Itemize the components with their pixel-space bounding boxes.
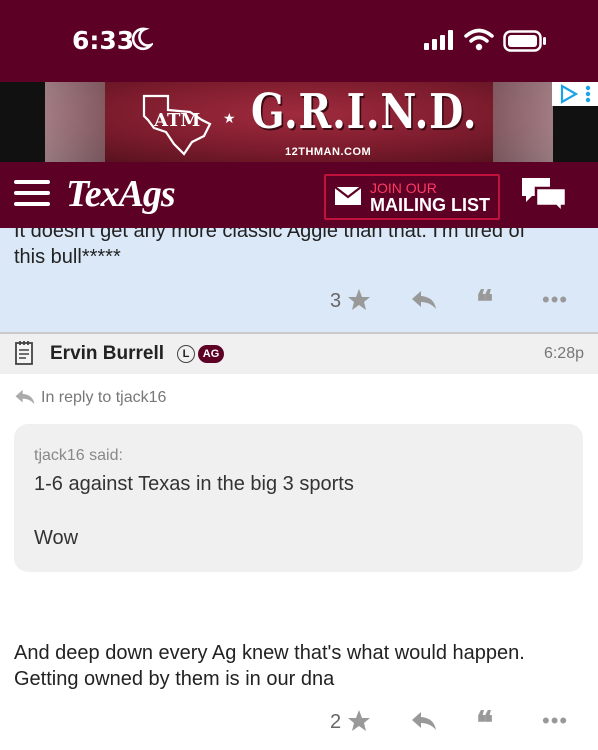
reply-arrow-icon	[15, 389, 35, 405]
quote-icon[interactable]: ❝	[476, 286, 493, 318]
more-icon[interactable]: •••	[542, 287, 568, 313]
quote-author: tjack16 said:	[34, 447, 123, 464]
ag-badge: AG	[198, 345, 224, 363]
texas-atm-logo-icon: ATM	[142, 94, 212, 156]
ad-logo-text: ATM	[153, 110, 200, 131]
post-header: Ervin Burrell L AG 6:28p	[0, 334, 598, 374]
post-actions: 3 ❝ •••	[0, 284, 598, 320]
battery-icon	[503, 30, 546, 52]
moon-icon	[131, 27, 153, 51]
top-nav: TexAgs JOIN OUR MAILING LIST	[0, 162, 598, 228]
quote-text: Wow	[34, 527, 79, 549]
ad-choices-icon	[560, 84, 591, 104]
quote-text: 1-6 against Texas in the big 3 sports	[34, 473, 354, 495]
reply-icon[interactable]	[410, 289, 438, 311]
more-icon[interactable]: •••	[542, 708, 568, 734]
author-name[interactable]: Ervin Burrell	[50, 343, 164, 365]
previous-post: It doesn't get any more classic Aggie th…	[0, 228, 598, 334]
star-count: 2	[330, 711, 342, 733]
in-reply-text: In reply to tjack16	[41, 389, 167, 406]
ad-bg-right	[493, 82, 553, 162]
site-logo[interactable]: TexAgs	[66, 172, 176, 216]
signal-icon	[424, 30, 453, 50]
ad-bg-left	[45, 82, 105, 162]
ad-banner[interactable]: ATM ★ G.R.I.N.D. 12THMAN.COM	[0, 82, 598, 162]
star-icon[interactable]	[346, 287, 372, 313]
quote-block: tjack16 said: 1-6 against Texas in the b…	[14, 424, 583, 572]
mailing-list-line1: JOIN OUR	[370, 180, 437, 196]
ad-headline: G.R.I.N.D.	[251, 84, 478, 140]
star-count: 3	[330, 290, 342, 312]
mailing-list-button[interactable]: JOIN OUR MAILING LIST	[324, 174, 500, 220]
menu-icon[interactable]	[14, 180, 50, 208]
post-text-line: And deep down every Ag knew that's what …	[14, 642, 525, 664]
post-text-line: It doesn't get any more classic Aggie th…	[14, 228, 526, 242]
ad-url: 12THMAN.COM	[285, 146, 372, 158]
reply-icon[interactable]	[410, 710, 438, 732]
post-time: 6:28p	[543, 345, 584, 362]
ad-choices-button[interactable]	[552, 82, 598, 106]
status-time: 6:33	[72, 26, 135, 55]
mailing-list-line2: MAILING LIST	[370, 195, 490, 215]
notepad-icon	[15, 341, 33, 365]
status-bar: 6:33	[0, 0, 598, 82]
envelope-icon	[335, 187, 361, 205]
ad-creative[interactable]: ATM ★ G.R.I.N.D. 12THMAN.COM	[45, 82, 553, 162]
star-icon[interactable]	[346, 708, 372, 734]
ad-star-icon: ★	[223, 110, 236, 126]
post-text-line: this bull*****	[14, 246, 121, 268]
post-body: And deep down every Ag knew that's what …	[14, 640, 525, 692]
legacy-badge: L	[177, 345, 195, 363]
quote-icon[interactable]: ❝	[476, 707, 493, 739]
wifi-icon	[464, 28, 494, 51]
post-text-line: Getting owned by them is in our dna	[14, 668, 335, 690]
post-actions: 2 ❝ •••	[0, 705, 598, 741]
chat-icon[interactable]	[520, 176, 568, 214]
